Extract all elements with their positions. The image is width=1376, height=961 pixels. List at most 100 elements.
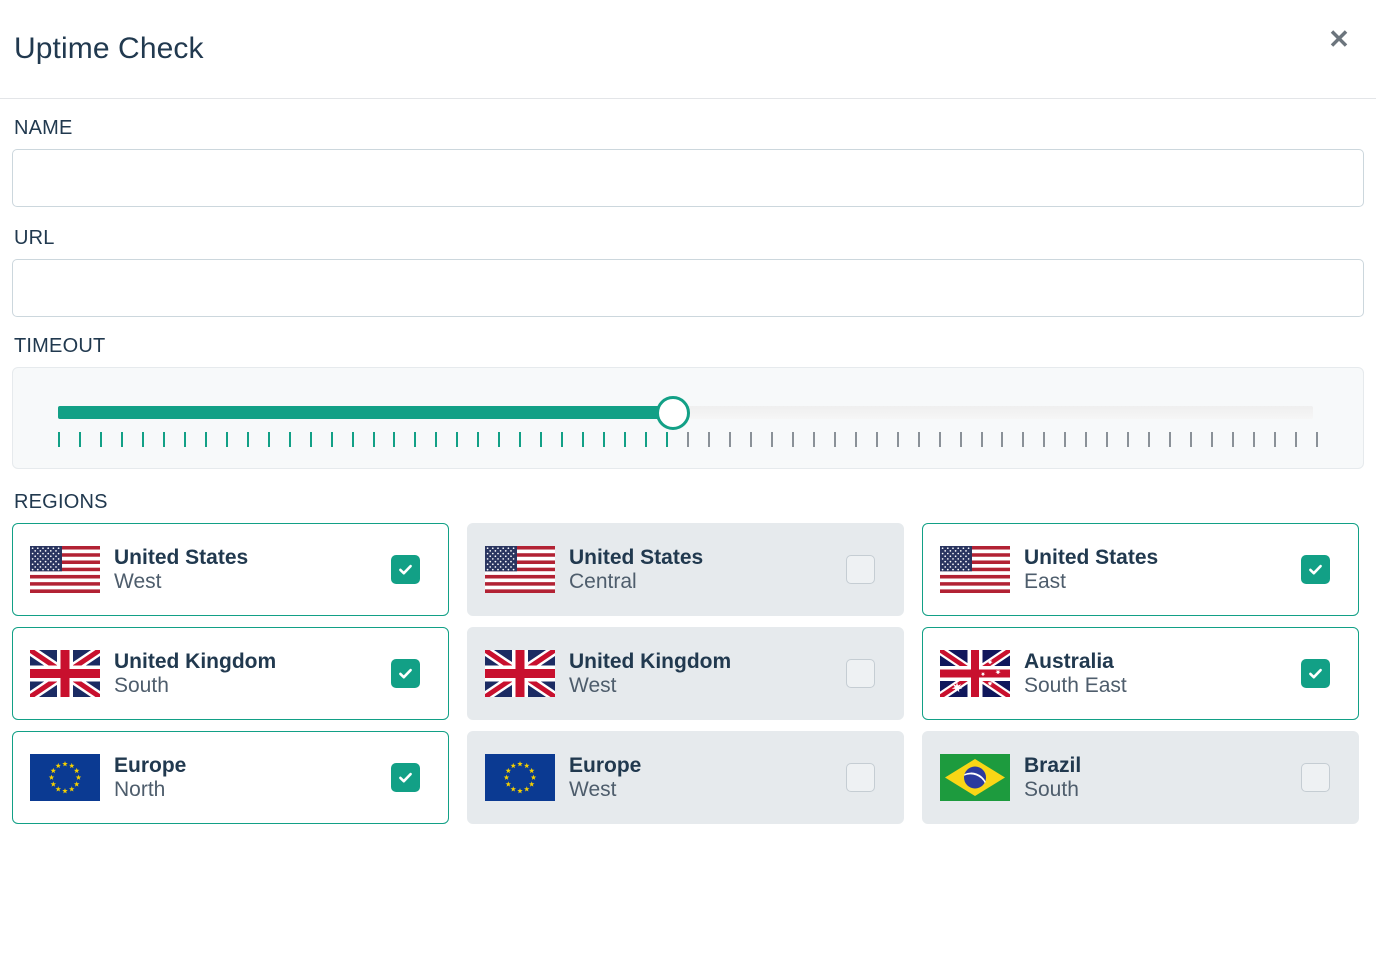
region-card[interactable]: Brazil South	[922, 731, 1359, 824]
au-flag-icon	[940, 650, 1010, 697]
checkbox-checked-icon[interactable]	[1301, 555, 1330, 584]
slider-tick	[1085, 432, 1087, 447]
slider-tick	[58, 432, 60, 447]
region-card[interactable]: Europe West	[467, 731, 904, 824]
slider-tick	[981, 432, 983, 447]
slider-tick	[1169, 432, 1171, 447]
slider-tick	[498, 432, 500, 447]
slider-tick	[1043, 432, 1045, 447]
slider-tick	[373, 432, 375, 447]
name-input[interactable]	[12, 149, 1364, 207]
region-card[interactable]: Australia South East	[922, 627, 1359, 720]
slider-tick	[918, 432, 920, 447]
region-subregion: South	[1024, 777, 1079, 801]
region-card[interactable]: United Kingdom South	[12, 627, 449, 720]
slider-tick	[1211, 432, 1213, 447]
slider-tick	[477, 432, 479, 447]
slider-tick	[666, 432, 668, 447]
region-card[interactable]: United States West	[12, 523, 449, 616]
checkbox-checked-icon[interactable]	[391, 555, 420, 584]
timeout-label: TIMEOUT	[14, 335, 106, 357]
slider-tick	[540, 432, 542, 447]
slider-tick	[1295, 432, 1297, 447]
slider-tick	[708, 432, 710, 447]
region-card[interactable]: Europe North	[12, 731, 449, 824]
br-flag-icon	[940, 754, 1010, 801]
slider-tick	[750, 432, 752, 447]
checkbox-unchecked-icon[interactable]	[846, 763, 875, 792]
region-text: Australia South East	[1024, 650, 1301, 697]
slider-tick	[582, 432, 584, 447]
regions-label: REGIONS	[14, 491, 108, 513]
close-icon[interactable]: ✕	[1320, 20, 1358, 58]
checkbox-unchecked-icon[interactable]	[846, 659, 875, 688]
slider-tick	[771, 432, 773, 447]
slider-tick	[163, 432, 165, 447]
eu-flag-icon	[485, 754, 555, 801]
slider-tick	[1022, 432, 1024, 447]
timeout-slider-track[interactable]	[58, 395, 1313, 430]
slider-tick	[268, 432, 270, 447]
region-subregion: West	[569, 777, 617, 801]
region-text: Brazil South	[1024, 754, 1301, 801]
region-country: Europe	[114, 753, 187, 777]
timeout-slider-handle[interactable]	[656, 395, 690, 430]
url-input[interactable]	[12, 259, 1364, 317]
timeout-slider-panel	[12, 367, 1364, 469]
slider-tick	[1106, 432, 1108, 447]
slider-tick	[226, 432, 228, 447]
slider-tick	[414, 432, 416, 447]
region-subregion: North	[114, 777, 166, 801]
checkbox-checked-icon[interactable]	[391, 659, 420, 688]
timeout-slider-ticks	[58, 432, 1318, 448]
timeout-field-group: TIMEOUT	[12, 335, 1364, 469]
region-card[interactable]: United States Central	[467, 523, 904, 616]
slider-tick	[855, 432, 857, 447]
slider-tick	[939, 432, 941, 447]
region-subregion: South	[114, 673, 169, 697]
regions-field-group: REGIONS United States West United States Ce…	[12, 491, 1364, 824]
url-label: URL	[14, 227, 55, 249]
slider-tick	[205, 432, 207, 447]
checkbox-checked-icon[interactable]	[1301, 659, 1330, 688]
region-card[interactable]: United Kingdom West	[467, 627, 904, 720]
slider-tick	[603, 432, 605, 447]
us-flag-icon	[485, 546, 555, 593]
region-text: Europe West	[569, 754, 846, 801]
slider-tick	[1127, 432, 1129, 447]
region-subregion: East	[1024, 569, 1067, 593]
region-subregion: South East	[1024, 673, 1127, 697]
name-field-group: NAME	[12, 117, 1364, 207]
region-subregion: Central	[569, 569, 637, 593]
eu-flag-icon	[30, 754, 100, 801]
slider-tick	[435, 432, 437, 447]
region-country: United States	[569, 545, 704, 569]
region-text: United Kingdom South	[114, 650, 391, 697]
slider-tick	[834, 432, 836, 447]
us-flag-icon	[940, 546, 1010, 593]
slider-tick	[729, 432, 731, 447]
slider-tick	[687, 432, 689, 447]
slider-tick	[247, 432, 249, 447]
region-card[interactable]: United States East	[922, 523, 1359, 616]
checkbox-unchecked-icon[interactable]	[846, 555, 875, 584]
region-text: United States West	[114, 546, 391, 593]
slider-tick	[331, 432, 333, 447]
checkbox-checked-icon[interactable]	[391, 763, 420, 792]
slider-tick	[1316, 432, 1318, 447]
slider-tick	[1001, 432, 1003, 447]
region-country: Europe	[569, 753, 642, 777]
slider-tick	[1064, 432, 1066, 447]
slider-tick	[352, 432, 354, 447]
slider-tick	[121, 432, 123, 447]
checkbox-unchecked-icon[interactable]	[1301, 763, 1330, 792]
modal-header: Uptime Check ✕	[0, 0, 1376, 99]
slider-tick	[897, 432, 899, 447]
region-country: United States	[114, 545, 249, 569]
uk-flag-icon	[485, 650, 555, 697]
page-title: Uptime Check	[14, 32, 204, 65]
slider-tick	[645, 432, 647, 447]
slider-tick	[1274, 432, 1276, 447]
slider-tick	[79, 432, 81, 447]
timeout-slider-fill	[58, 406, 673, 419]
